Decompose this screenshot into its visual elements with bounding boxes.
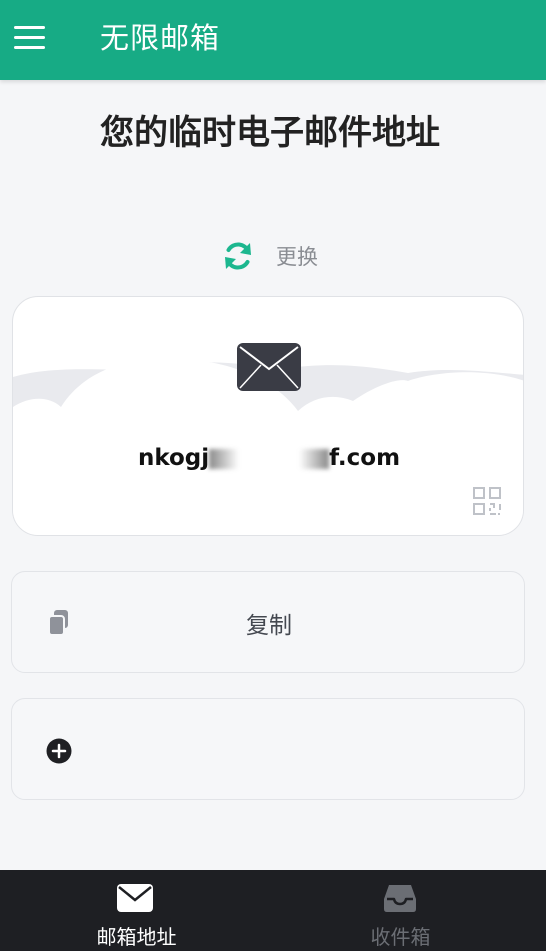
plus-circle-icon: [46, 738, 72, 764]
nav-item-email-address[interactable]: 邮箱地址: [0, 870, 273, 951]
email-card: nkogj f.com: [12, 296, 524, 536]
app-title: 无限邮箱: [100, 21, 221, 55]
email-address: nkogj f.com: [13, 445, 523, 471]
nav-label-email-address: 邮箱地址: [96, 925, 177, 949]
refresh-icon: [225, 242, 251, 270]
refresh-button[interactable]: 更换: [220, 236, 318, 276]
envelope-icon: [237, 343, 301, 391]
copy-label: 复制: [246, 613, 292, 639]
bottom-nav: 邮箱地址 收件箱: [0, 870, 546, 951]
email-address-end: f.com: [329, 445, 401, 471]
redacted-mask: [209, 448, 330, 469]
copy-button[interactable]: 复制: [11, 571, 525, 673]
refresh-label: 更换: [276, 245, 318, 269]
page-title: 您的临时电子邮件地址: [100, 113, 440, 153]
inbox-icon: [384, 885, 416, 912]
hamburger-menu-icon[interactable]: [14, 25, 46, 51]
qr-code-icon[interactable]: [473, 487, 501, 515]
email-address-start: nkogj: [137, 445, 210, 471]
cloud-background: [13, 358, 523, 535]
nav-label-inbox: 收件箱: [370, 925, 431, 949]
add-button[interactable]: [11, 698, 525, 800]
app-bar: 无限邮箱: [0, 0, 546, 80]
nav-item-inbox[interactable]: 收件箱: [273, 870, 546, 951]
envelope-icon: [117, 884, 153, 912]
